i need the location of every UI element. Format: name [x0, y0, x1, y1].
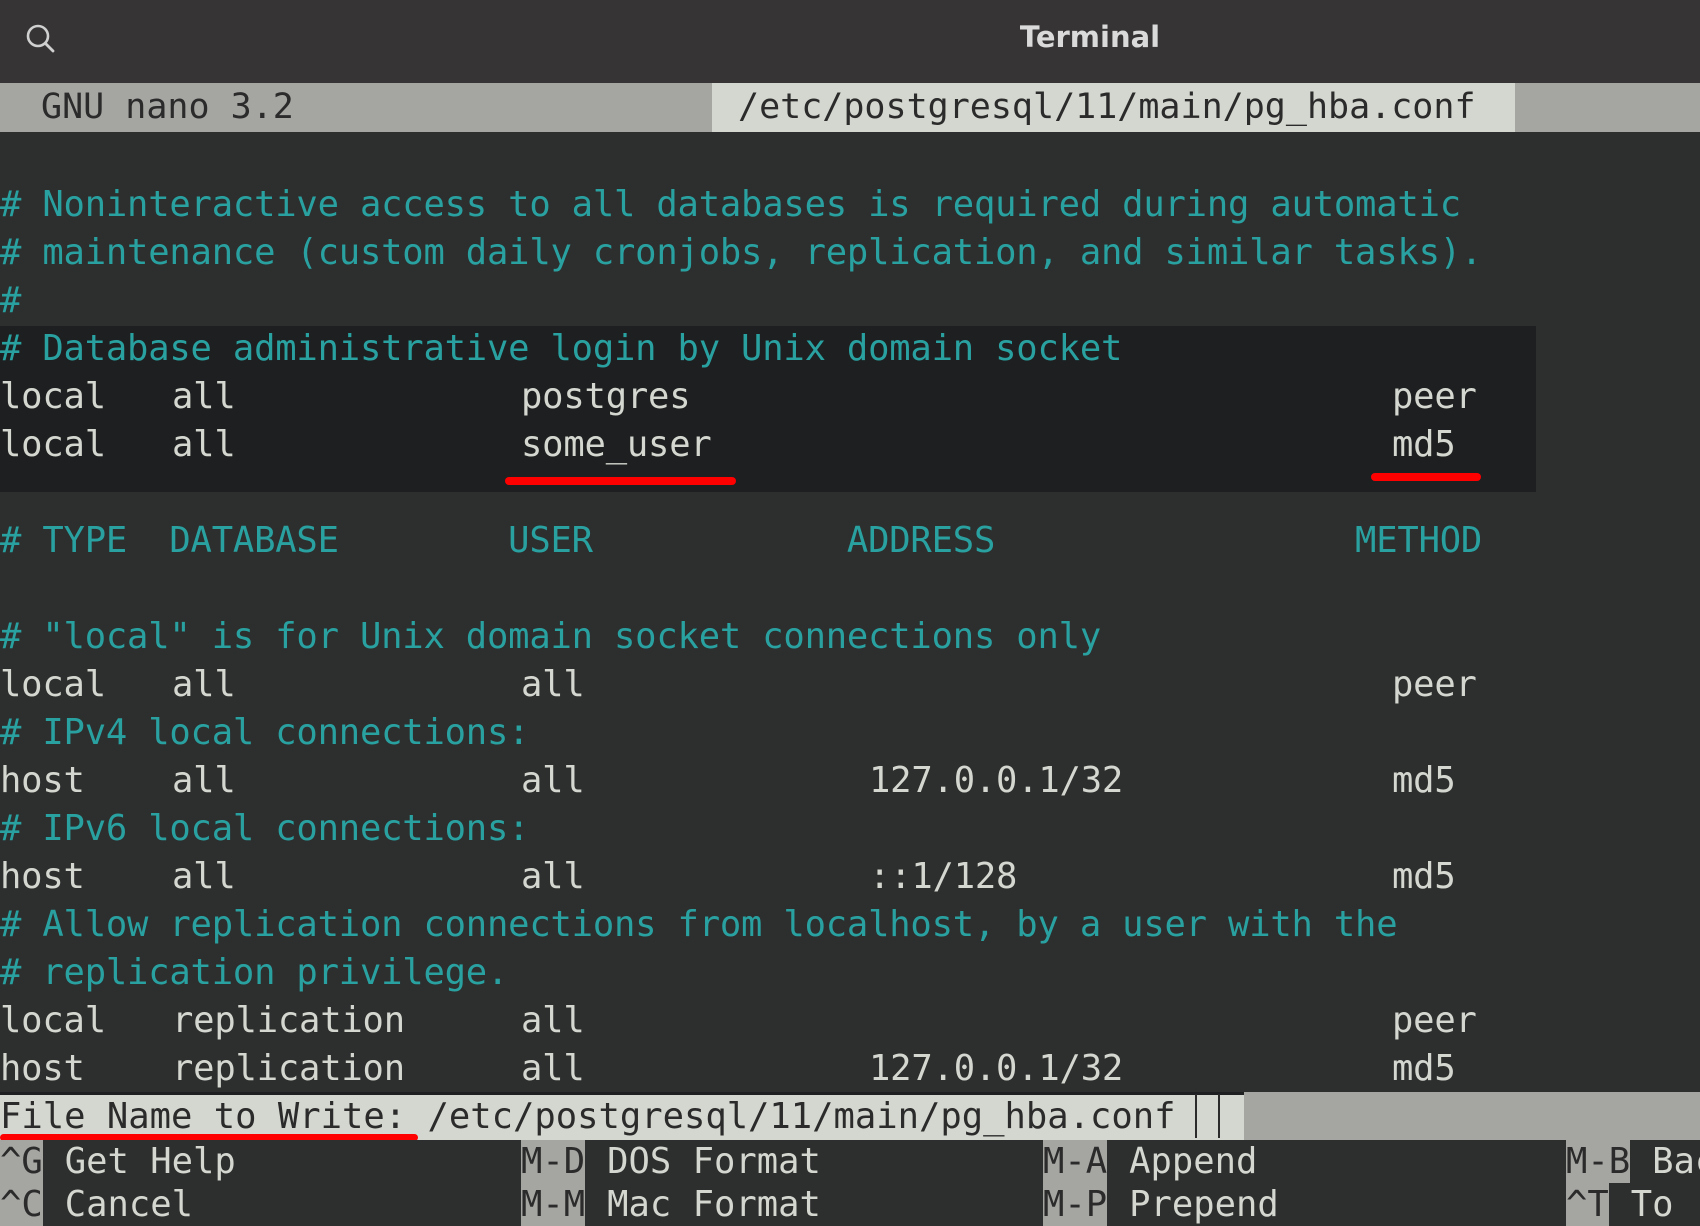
field-conn-type: local	[0, 424, 106, 465]
shortcut-append[interactable]: M-A Append	[1043, 1140, 1257, 1183]
field-user: all	[521, 1000, 585, 1041]
shortcut-dos-format[interactable]: M-D DOS Format	[521, 1140, 821, 1183]
comment-line: # Noninteractive access to all databases…	[0, 184, 1461, 225]
field-method: md5	[1392, 424, 1456, 465]
field-database: replication	[172, 1000, 405, 1041]
field-user: all	[521, 856, 585, 897]
shortcut-prepend[interactable]: M-P Prepend	[1043, 1183, 1279, 1226]
filename-prompt[interactable]: File Name to Write: /etc/postgresql/11/m…	[0, 1092, 1244, 1140]
comment-line: # IPv6 local connections:	[0, 808, 530, 849]
comment-line: # Database administrative login by Unix …	[0, 328, 1123, 369]
field-user: all	[521, 664, 585, 705]
field-address: 127.0.0.1/32	[869, 760, 1124, 801]
shortcut-backup[interactable]: M-BBac	[1566, 1140, 1700, 1183]
field-method: peer	[1392, 1000, 1477, 1041]
window-title: Terminal	[1019, 20, 1161, 54]
field-user: all	[521, 760, 585, 801]
annotation-underline-md5	[1371, 473, 1481, 481]
hba-entry-line: host replication all 127.0.0.1/32 md5	[0, 1045, 1700, 1093]
field-user: all	[521, 1048, 585, 1089]
field-conn-type: local	[0, 376, 106, 417]
shortcut-get-help[interactable]: ^G Get Help	[0, 1140, 236, 1183]
shortcut-bar: ^G Get Help M-D DOS Format M-A Append M-B Ba…	[0, 1140, 1700, 1226]
field-address: 127.0.0.1/32	[869, 1048, 1124, 1089]
field-method: peer	[1392, 376, 1477, 417]
annotation-underline-some-user	[505, 477, 736, 485]
comment-line: # replication privilege.	[0, 952, 509, 993]
comment-line: # Allow replication connections from loc…	[0, 904, 1398, 945]
status-bar: File Name to Write: /etc/postgresql/11/m…	[0, 1092, 1700, 1140]
field-user: some_user	[521, 424, 712, 465]
field-method: md5	[1392, 1048, 1456, 1089]
hba-entry-line: local all all peer	[0, 661, 1700, 709]
field-conn-type: local	[0, 664, 106, 705]
comment-line: # "local" is for Unix domain socket conn…	[0, 616, 1101, 657]
field-conn-type: local	[0, 1000, 106, 1041]
comment-line: #	[0, 280, 22, 321]
field-address: ::1/128	[869, 856, 1018, 897]
shortcut-mac-format[interactable]: M-M Mac Format	[521, 1183, 821, 1226]
field-method: md5	[1392, 760, 1456, 801]
nano-header-bar: GNU nano 3.2 /etc/postgresql/11/main/pg_…	[0, 83, 1700, 132]
field-conn-type: host	[0, 1048, 85, 1089]
shortcut-cancel[interactable]: ^C Cancel	[0, 1183, 193, 1226]
field-database: replication	[172, 1048, 405, 1089]
filename-input[interactable]: /etc/postgresql/11/main/pg_hba.conf	[427, 1096, 1175, 1137]
title-bar: Terminal	[0, 0, 1700, 84]
field-database: all	[172, 760, 236, 801]
comment-line: # maintenance (custom daily cronjobs, re…	[0, 232, 1483, 273]
comment-line: # TYPE DATABASE USER ADDRESS METHOD	[0, 520, 1483, 561]
text-cursor	[1195, 1094, 1197, 1138]
field-method: md5	[1392, 856, 1456, 897]
prompt-label: File Name to Write:	[0, 1096, 428, 1137]
field-user: postgres	[521, 376, 691, 417]
field-conn-type: host	[0, 760, 85, 801]
field-method: peer	[1392, 664, 1477, 705]
hba-entry-line: host all all::1/128 md5	[0, 853, 1700, 901]
nano-version: GNU nano 3.2	[41, 87, 294, 127]
field-database: all	[172, 664, 236, 705]
hba-entry-line: host all all 127.0.0.1/32 md5	[0, 757, 1700, 805]
hba-entry-line: local replication all peer	[0, 997, 1700, 1045]
shortcut-to-files[interactable]: ^T To	[1566, 1183, 1674, 1226]
field-database: all	[172, 856, 236, 897]
hba-entry-line: local all some_user md5	[0, 421, 1700, 469]
field-conn-type: host	[0, 856, 85, 897]
file-path: /etc/postgresql/11/main/pg_hba.conf	[712, 83, 1515, 132]
comment-line: # IPv4 local connections:	[0, 712, 530, 753]
field-database: all	[172, 376, 236, 417]
hba-entry-line: local all postgres peer	[0, 373, 1700, 421]
field-database: all	[172, 424, 236, 465]
text-cursor-edge	[1218, 1094, 1220, 1138]
